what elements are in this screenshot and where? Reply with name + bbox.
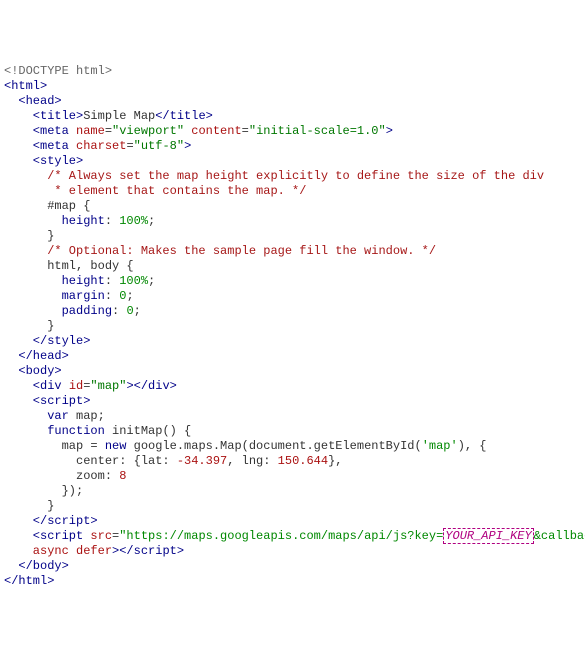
api-key-placeholder: YOUR_API_KEY [443,528,533,544]
code-listing: <!DOCTYPE html><html> <head> <title>Simp… [4,64,581,589]
